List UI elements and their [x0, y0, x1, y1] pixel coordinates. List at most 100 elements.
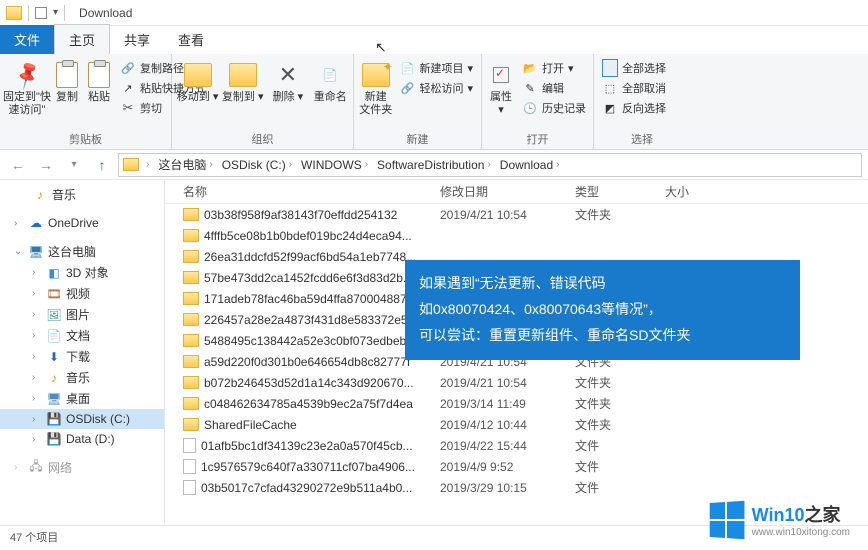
expand-icon[interactable]: › [32, 267, 42, 278]
col-name[interactable]: 名称 [165, 183, 440, 200]
folder-icon [183, 250, 199, 263]
nav-data[interactable]: ›💾Data (D:) [0, 429, 164, 449]
selectnone-label: 全部取消 [622, 80, 666, 96]
list-item[interactable]: 4fffb5ce08b1b0bdef019bc24d4eca94... [165, 225, 868, 246]
copy-button[interactable]: 复制 [52, 57, 82, 104]
expand-icon[interactable]: › [14, 218, 24, 229]
delete-button[interactable]: ✕删除 ▾ [266, 57, 309, 104]
nav-back-button[interactable]: ← [6, 153, 30, 177]
expand-icon[interactable]: › [32, 351, 42, 362]
file-date: 2019/3/14 11:49 [440, 397, 575, 411]
nav-music[interactable]: ♪音乐 [0, 184, 164, 205]
history-icon: 🕒 [522, 100, 538, 116]
crumb-dl-label: Download [500, 158, 553, 172]
nav-downloads[interactable]: ›⬇下载 [0, 346, 164, 367]
qat-props-icon[interactable] [35, 7, 47, 19]
col-type[interactable]: 类型 [575, 183, 665, 200]
expand-icon[interactable]: ⌄ [14, 246, 24, 257]
rename-button[interactable]: 📄重命名 [311, 57, 349, 104]
nav-pc-label: 这台电脑 [48, 243, 96, 260]
nav-3d[interactable]: ›◧3D 对象 [0, 262, 164, 283]
folder-icon [183, 271, 199, 284]
newitem-button[interactable]: 📄新建项目 ▾ [395, 59, 477, 77]
copyto-button[interactable]: 复制到 ▾ [221, 57, 264, 104]
copyto-icon [229, 63, 257, 87]
tab-share[interactable]: 共享 [110, 25, 164, 54]
col-date[interactable]: 修改日期 [440, 183, 575, 200]
nav-documents[interactable]: ›📄文档 [0, 325, 164, 346]
tab-file[interactable]: 文件 [0, 25, 54, 54]
newfolder-button[interactable]: ✦新建 文件夹 [358, 57, 393, 117]
crumb-pc[interactable]: 这台电脑› [156, 156, 217, 173]
address-bar[interactable]: › 这台电脑› OSDisk (C:)› WINDOWS› SoftwareDi… [118, 153, 862, 177]
list-item[interactable]: 01afb5bc1df34139c23e2a0a570f45cb...2019/… [165, 435, 868, 456]
copyto-label: 复制到 [222, 91, 255, 103]
tip-line3: 可以尝试：重置更新组件、重命名SD文件夹 [419, 322, 786, 348]
list-item[interactable]: SharedFileCache2019/4/12 10:44文件夹 [165, 414, 868, 435]
nav-forward-button[interactable]: → [34, 153, 58, 177]
history-button[interactable]: 🕒历史记录 [518, 99, 590, 117]
tab-view[interactable]: 查看 [164, 25, 218, 54]
expand-icon[interactable]: › [32, 372, 42, 383]
list-header[interactable]: 名称 修改日期 类型 大小 [165, 180, 868, 204]
crumb-pc-label: 这台电脑 [158, 156, 206, 173]
list-item[interactable]: 1c9576579c640f7a330711cf07ba4906...2019/… [165, 456, 868, 477]
file-date: 2019/4/9 9:52 [440, 460, 575, 474]
file-name: 01afb5bc1df34139c23e2a0a570f45cb... [201, 439, 413, 453]
watermark-logo: Win10之家 www.win10xitong.com [708, 501, 850, 538]
expand-icon[interactable]: › [32, 434, 42, 445]
nav-onedrive[interactable]: ›☁OneDrive [0, 213, 164, 233]
moveto-button[interactable]: 移动到 ▾ [176, 57, 219, 104]
crumb-sd[interactable]: SoftwareDistribution› [375, 158, 496, 172]
nav-thispc[interactable]: ⌄🖥这台电脑 [0, 241, 164, 262]
nav-data-label: Data (D:) [66, 432, 115, 446]
expand-icon[interactable]: › [32, 309, 42, 320]
nav-3d-label: 3D 对象 [66, 264, 109, 281]
list-item[interactable]: c048462634785a4539b9ec2a75f7d4ea2019/3/1… [165, 393, 868, 414]
nav-video[interactable]: ›🎞视频 [0, 283, 164, 304]
expand-icon[interactable]: › [32, 288, 42, 299]
expand-icon[interactable]: › [14, 462, 24, 473]
copy-label: 复制 [56, 91, 78, 104]
col-size[interactable]: 大小 [665, 183, 745, 200]
expand-icon[interactable]: › [32, 414, 42, 425]
nav-music2[interactable]: ›♪音乐 [0, 367, 164, 388]
open-button[interactable]: 📂打开 ▾ [518, 59, 590, 77]
paste-label: 粘贴 [88, 91, 110, 104]
tab-home[interactable]: 主页 [54, 24, 110, 54]
selectall-button[interactable]: 全部选择 [598, 59, 670, 77]
file-date: 2019/4/21 10:54 [440, 376, 575, 390]
file-date: 2019/4/21 10:54 [440, 208, 575, 222]
crumb-c[interactable]: OSDisk (C:)› [220, 158, 297, 172]
path-icon: 🔗 [120, 60, 136, 76]
selectall-icon [602, 60, 618, 76]
easyaccess-button[interactable]: 🔗轻松访问 ▾ [395, 79, 477, 97]
nav-osdisk[interactable]: ›💾OSDisk (C:) [0, 409, 164, 429]
crumb-dl[interactable]: Download› [498, 158, 565, 172]
nav-recent-button[interactable]: ▾ [62, 153, 86, 177]
crumb-win[interactable]: WINDOWS› [299, 158, 373, 172]
expand-icon[interactable]: › [32, 330, 42, 341]
selectnone-button[interactable]: ⬚全部取消 [598, 79, 670, 97]
nav-desktop[interactable]: ›🖥桌面 [0, 388, 164, 409]
list-item[interactable]: 03b38f958f9af38143f70effdd2541322019/4/2… [165, 204, 868, 225]
edit-button[interactable]: ✎编辑 [518, 79, 590, 97]
qat-dropdown-icon[interactable]: ▾ [53, 7, 58, 18]
nav-up-button[interactable]: ↑ [90, 153, 114, 177]
nav-pictures[interactable]: ›🖼图片 [0, 304, 164, 325]
expand-icon[interactable]: › [32, 393, 42, 404]
file-type: 文件夹 [575, 206, 665, 223]
crumb-win-label: WINDOWS [301, 158, 362, 172]
pin-quickaccess-button[interactable]: 📌 固定到"快 速访问" [4, 57, 50, 117]
folder-icon [183, 418, 199, 431]
nav-network[interactable]: ›🖧网络 [0, 457, 164, 478]
nav-tree[interactable]: ♪音乐 ›☁OneDrive ⌄🖥这台电脑 ›◧3D 对象 ›🎞视频 ›🖼图片 … [0, 180, 165, 525]
selectinvert-button[interactable]: ◩反向选择 [598, 99, 670, 117]
list-item[interactable]: 03b5017c7cfad43290272e9b511a4b0...2019/3… [165, 477, 868, 498]
paste-button[interactable]: 粘贴 [84, 57, 114, 104]
music-icon: ♪ [32, 187, 48, 203]
crumb-sep[interactable]: › [141, 159, 154, 170]
list-item[interactable]: b072b246453d52d1a14c343d920670...2019/4/… [165, 372, 868, 393]
folder-icon [183, 208, 199, 221]
properties-button[interactable]: ✓属性 ▾ [486, 57, 516, 117]
